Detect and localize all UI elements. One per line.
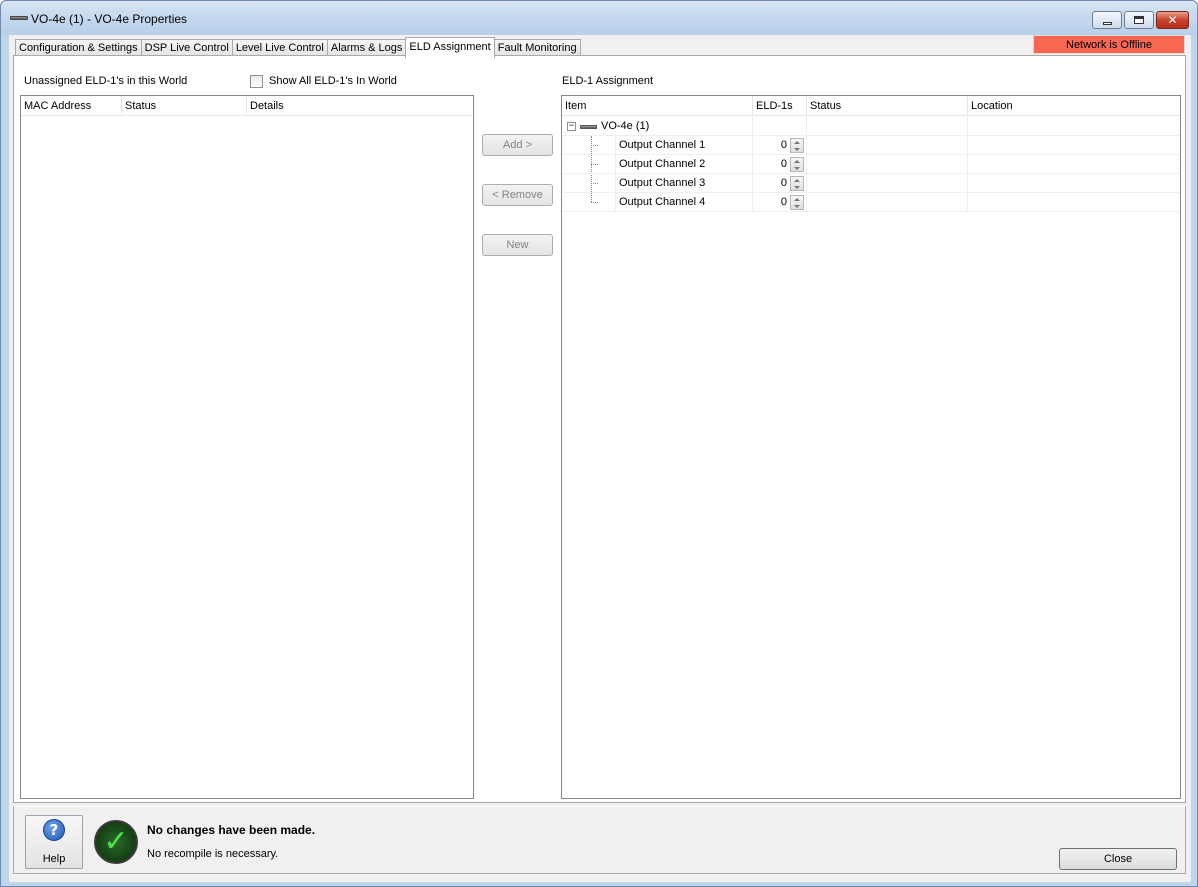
eld-assignment-page: Unassigned ELD-1's in this World Show Al… — [13, 55, 1186, 803]
help-question-icon: ? — [43, 819, 65, 841]
column-header-details[interactable]: Details — [247, 96, 473, 116]
eld-count-value: 0 — [780, 196, 787, 208]
tree-row-output-channel[interactable]: Output Channel 4 0 — [562, 193, 1180, 212]
spin-up-icon[interactable] — [794, 179, 800, 182]
tree-row-root[interactable]: − VO-4e (1) — [562, 117, 1180, 136]
output-channel-label: Output Channel 2 — [615, 155, 753, 174]
tab-eld-assignment[interactable]: ELD Assignment — [405, 37, 495, 58]
green-checkmark-icon: ✓ — [94, 820, 138, 864]
add-button[interactable]: Add > — [482, 134, 553, 156]
maximize-icon — [1134, 16, 1144, 24]
tree-row-output-channel[interactable]: Output Channel 3 0 — [562, 174, 1180, 193]
eld-count-stepper[interactable]: 0 — [753, 136, 807, 155]
eld-count-value: 0 — [780, 177, 787, 189]
eld-count-stepper[interactable]: 0 — [753, 155, 807, 174]
help-button[interactable]: ? Help — [25, 815, 83, 869]
minimize-icon — [1102, 21, 1112, 25]
eld-count-value: 0 — [780, 158, 787, 170]
tree-connector — [591, 183, 598, 184]
spin-down-icon[interactable] — [794, 148, 800, 151]
spin-buttons[interactable] — [790, 176, 804, 191]
column-header-item[interactable]: Item — [562, 96, 753, 116]
status-panel: ? Help ✓ No changes have been made. No r… — [13, 806, 1186, 874]
status-message-title: No changes have been made. — [147, 823, 316, 837]
collapse-icon[interactable]: − — [567, 122, 576, 131]
column-header-status[interactable]: Status — [807, 96, 968, 116]
close-window-button[interactable]: ✕ — [1156, 11, 1189, 29]
show-all-label: Show All ELD-1's In World — [269, 75, 397, 87]
eld-count-stepper[interactable]: 0 — [753, 174, 807, 193]
spin-down-icon[interactable] — [794, 167, 800, 170]
output-channel-label: Output Channel 1 — [615, 136, 753, 155]
spin-down-icon[interactable] — [794, 205, 800, 208]
spin-up-icon[interactable] — [794, 160, 800, 163]
output-status-cell — [807, 136, 968, 155]
eld-count-stepper[interactable]: 0 — [753, 193, 807, 212]
window-title: VO-4e (1) - VO-4e Properties — [31, 12, 188, 26]
column-header-mac-address[interactable]: MAC Address — [21, 96, 122, 116]
network-status-badge: Network is Offline — [1033, 35, 1185, 54]
tree-root-status-cell — [807, 117, 968, 136]
spin-up-icon[interactable] — [794, 141, 800, 144]
output-channel-label: Output Channel 3 — [615, 174, 753, 193]
minimize-button[interactable] — [1092, 11, 1122, 29]
title-bar[interactable]: VO-4e (1) - VO-4e Properties ✕ — [1, 1, 1197, 35]
spin-down-icon[interactable] — [794, 186, 800, 189]
device-icon — [10, 16, 28, 20]
tree-row-output-channel[interactable]: Output Channel 2 0 — [562, 155, 1180, 174]
output-status-cell — [807, 155, 968, 174]
assignment-tree-header: Item ELD-1s Status Location — [562, 96, 1180, 116]
output-channel-label: Output Channel 4 — [615, 193, 753, 212]
properties-window: VO-4e (1) - VO-4e Properties ✕ Configura… — [0, 0, 1198, 887]
tree-connector — [591, 202, 598, 203]
tab-strip: Configuration & Settings DSP Live Contro… — [15, 37, 581, 58]
eld-count-value: 0 — [780, 139, 787, 151]
help-label: Help — [42, 853, 66, 865]
close-icon: ✕ — [1167, 13, 1178, 27]
unassigned-list-title: Unassigned ELD-1's in this World — [24, 75, 188, 87]
maximize-button[interactable] — [1124, 11, 1154, 29]
column-header-status[interactable]: Status — [122, 96, 247, 116]
spin-buttons[interactable] — [790, 138, 804, 153]
unassigned-list-header: MAC Address Status Details — [21, 96, 473, 116]
spin-up-icon[interactable] — [794, 198, 800, 201]
tree-root-label: VO-4e (1) — [601, 117, 753, 136]
column-header-eld-1s[interactable]: ELD-1s — [753, 96, 807, 116]
status-message-subtitle: No recompile is necessary. — [147, 848, 279, 860]
show-all-checkbox[interactable] — [250, 75, 263, 88]
column-header-location[interactable]: Location — [968, 96, 1180, 116]
close-button[interactable]: Close — [1059, 848, 1177, 870]
remove-button[interactable]: < Remove — [482, 184, 553, 206]
eld-assignment-tree[interactable]: Item ELD-1s Status Location − VO-4e (1) — [561, 95, 1181, 799]
tree-connector — [591, 145, 598, 146]
device-icon — [580, 125, 597, 129]
spin-buttons[interactable] — [790, 157, 804, 172]
tree-row-output-channel[interactable]: Output Channel 1 0 — [562, 136, 1180, 155]
window-client-area: Configuration & Settings DSP Live Contro… — [9, 35, 1191, 882]
tree-root-eld-cell — [753, 117, 807, 136]
spin-buttons[interactable] — [790, 195, 804, 210]
output-status-cell — [807, 193, 968, 212]
new-button[interactable]: New — [482, 234, 553, 256]
tree-connector — [591, 164, 598, 165]
output-status-cell — [807, 174, 968, 193]
assignment-title: ELD-1 Assignment — [562, 75, 654, 87]
unassigned-eld-list[interactable]: MAC Address Status Details — [20, 95, 474, 799]
